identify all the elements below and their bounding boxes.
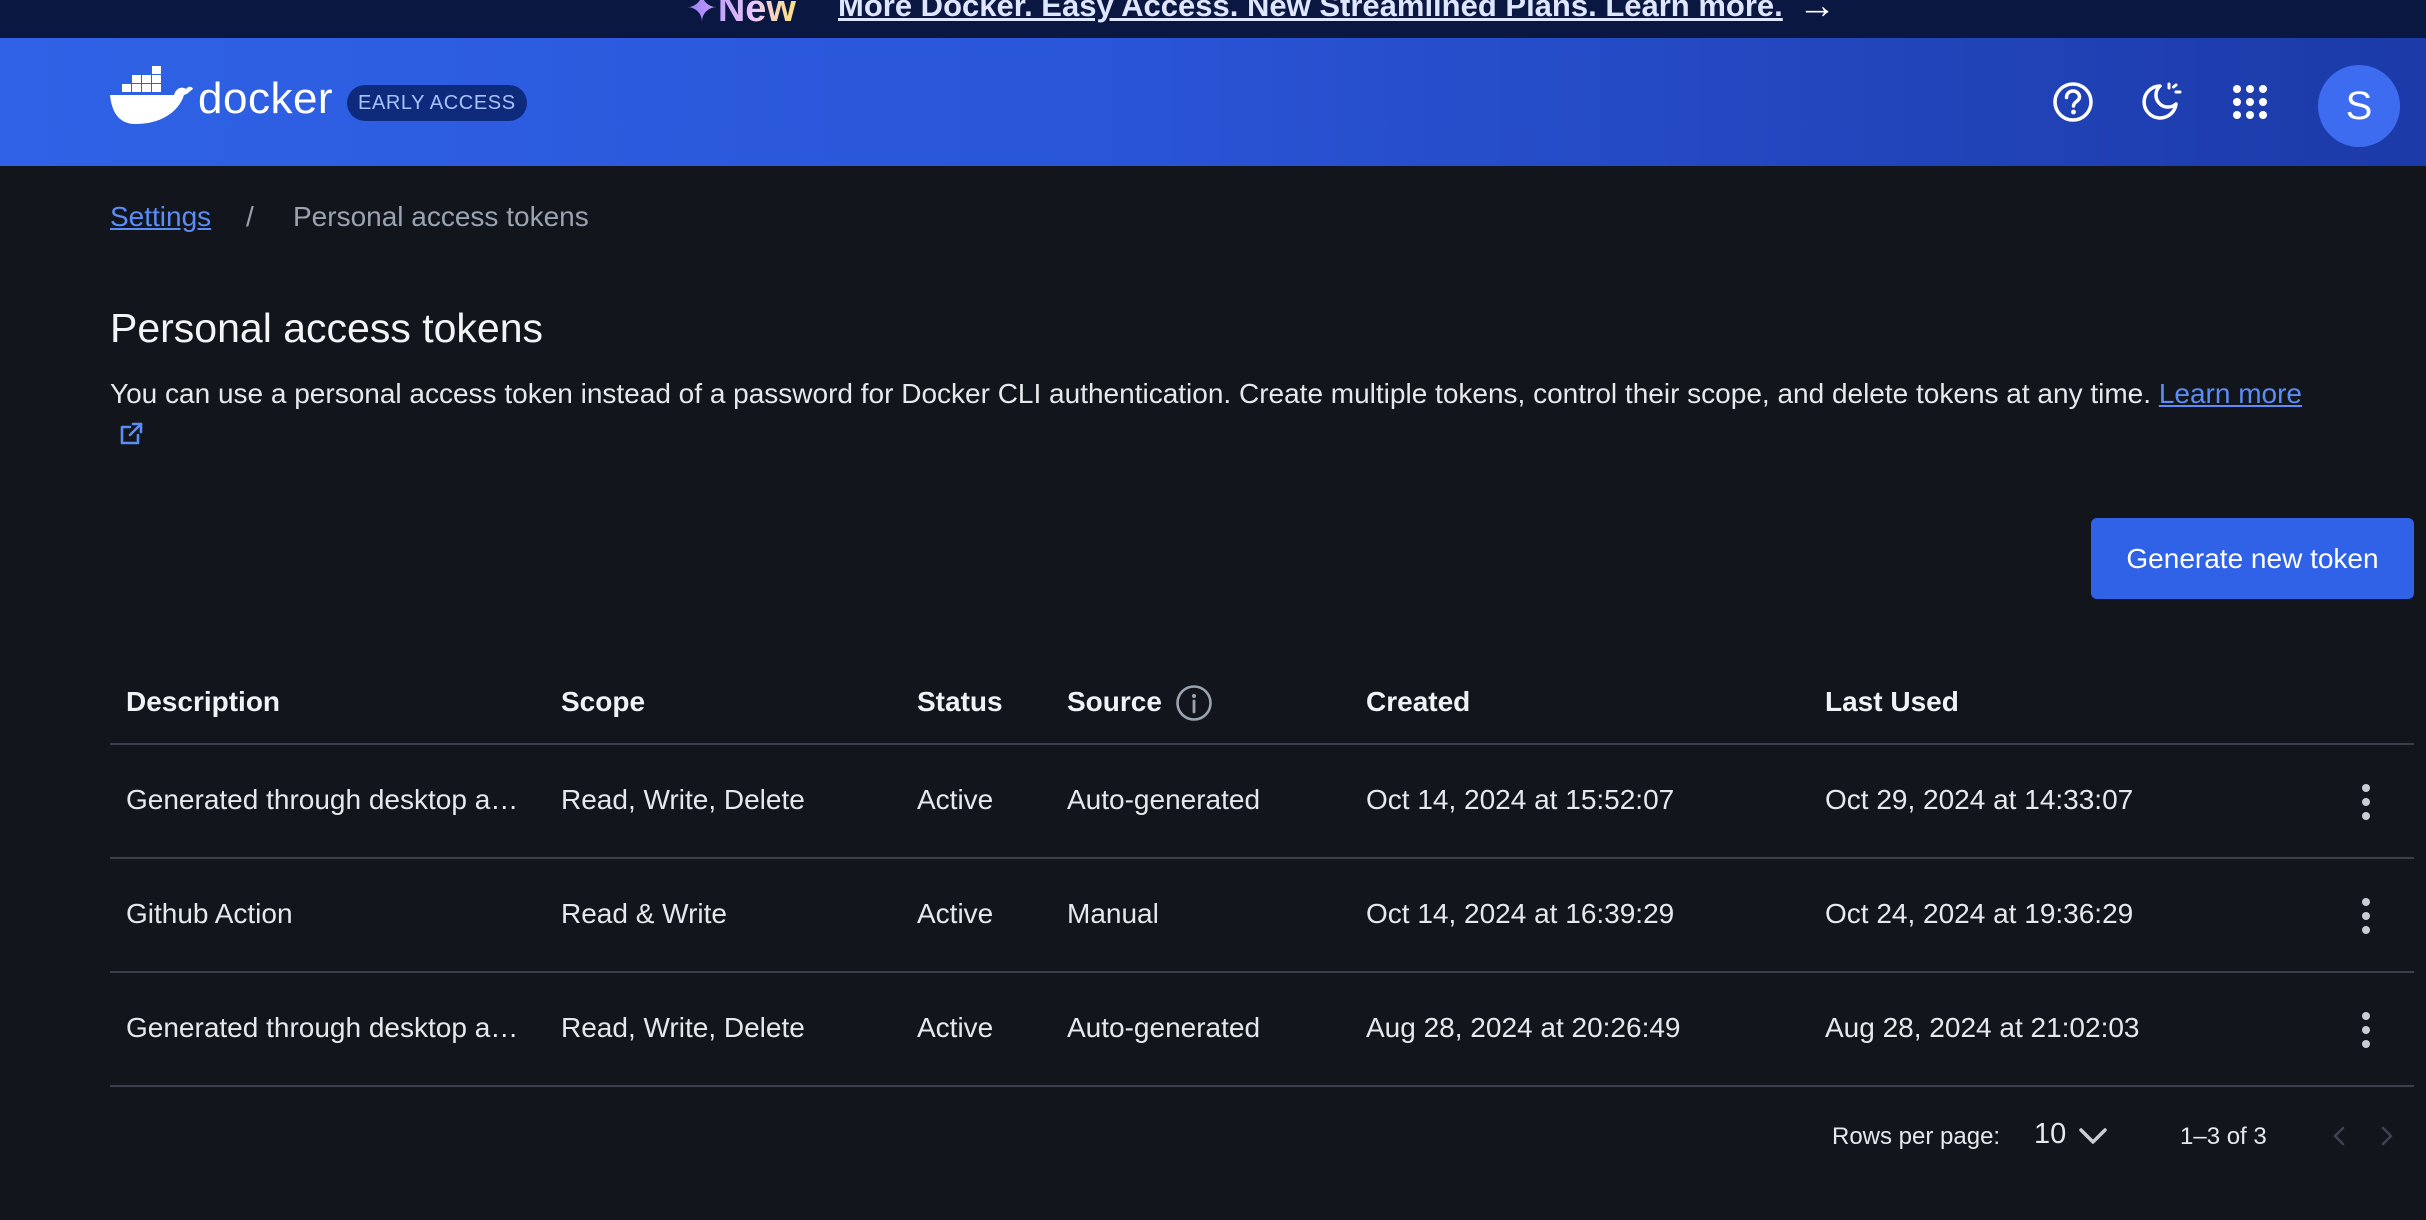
announcement-link[interactable]: More Docker. Easy Access. New Streamline… <box>838 0 1783 24</box>
cell-scope: Read, Write, Delete <box>561 784 805 815</box>
cell-last-used: Oct 29, 2024 at 14:33:07 <box>1825 784 2134 815</box>
arrow-right-icon: → <box>1798 0 1836 27</box>
more-options-icon[interactable] <box>2348 782 2384 822</box>
breadcrumb-separator: / <box>246 201 254 232</box>
cell-status: Active <box>917 784 994 815</box>
more-options-icon[interactable] <box>2348 1010 2384 1050</box>
page-description: You can use a personal access token inst… <box>110 374 2330 458</box>
column-header-created[interactable]: Created <box>1366 686 1470 718</box>
cell-last-used: Oct 24, 2024 at 19:36:29 <box>1825 898 2134 929</box>
column-header-last-used[interactable]: Last Used <box>1825 686 1959 718</box>
new-badge: ✦New <box>686 0 796 31</box>
cell-scope: Read & Write <box>561 898 727 929</box>
table-row: Github Action Read & Write Active Manual… <box>110 858 2414 970</box>
cell-source: Auto-generated <box>1067 1012 1261 1043</box>
help-icon[interactable] <box>2051 80 2095 124</box>
cell-created: Oct 14, 2024 at 15:52:07 <box>1366 784 1675 815</box>
description-text: You can use a personal access token inst… <box>110 378 2152 409</box>
cell-created: Oct 14, 2024 at 16:39:29 <box>1366 898 1675 929</box>
table-row: Generated through desktop a… Read, Write… <box>110 972 2414 1084</box>
docker-logo-text: docker <box>198 74 334 123</box>
cell-status: Active <box>917 1012 994 1043</box>
chevron-down-icon <box>2079 1128 2107 1144</box>
external-link-icon[interactable] <box>118 418 144 458</box>
column-header-status[interactable]: Status <box>917 686 1003 718</box>
rows-per-page-select[interactable]: 10 <box>2034 1116 2110 1156</box>
column-header-description[interactable]: Description <box>126 686 280 718</box>
cell-last-used: Aug 28, 2024 at 21:02:03 <box>1825 1012 2140 1043</box>
previous-page-icon[interactable] <box>2324 1120 2354 1152</box>
table-row: Generated through desktop a… Read, Write… <box>110 744 2414 856</box>
more-options-icon[interactable] <box>2348 896 2384 936</box>
table-divider <box>110 1085 2414 1087</box>
learn-more-link[interactable]: Learn more <box>2159 378 2302 409</box>
top-header: docker EARLY ACCESS S <box>0 38 2426 166</box>
rows-per-page-label: Rows per page: <box>1832 1123 2001 1150</box>
docker-whale-icon[interactable] <box>108 64 194 133</box>
rows-per-page-value: 10 <box>2034 1118 2067 1150</box>
cell-created: Aug 28, 2024 at 20:26:49 <box>1366 1012 1681 1043</box>
cell-source: Manual <box>1067 898 1159 929</box>
announcement-banner: ✦New More Docker. Easy Access. New Strea… <box>0 0 2426 38</box>
breadcrumb-current: Personal access tokens <box>293 201 589 232</box>
cell-source: Auto-generated <box>1067 784 1261 815</box>
page-title: Personal access tokens <box>110 305 544 351</box>
learn-more-label: Learn more <box>2158 378 2302 409</box>
user-avatar[interactable]: S <box>2318 65 2400 147</box>
pagination-range: 1–3 of 3 <box>2180 1123 2267 1150</box>
column-header-source[interactable]: Source <box>1067 686 1162 718</box>
cell-description: Generated through desktop a… <box>126 784 519 815</box>
cell-description: Generated through desktop a… <box>126 1012 519 1043</box>
cell-status: Active <box>917 898 994 929</box>
apps-grid-icon[interactable] <box>2228 80 2272 124</box>
column-header-scope[interactable]: Scope <box>561 686 645 718</box>
info-icon[interactable] <box>1175 684 1213 727</box>
breadcrumb-settings-link[interactable]: Settings <box>110 201 211 233</box>
cell-scope: Read, Write, Delete <box>561 1012 805 1043</box>
generate-new-token-button[interactable]: Generate new token <box>2091 518 2414 599</box>
next-page-icon[interactable] <box>2372 1120 2402 1152</box>
early-access-badge: EARLY ACCESS <box>347 85 527 121</box>
theme-toggle-icon[interactable] <box>2138 80 2182 124</box>
cell-description: Github Action <box>126 898 293 929</box>
